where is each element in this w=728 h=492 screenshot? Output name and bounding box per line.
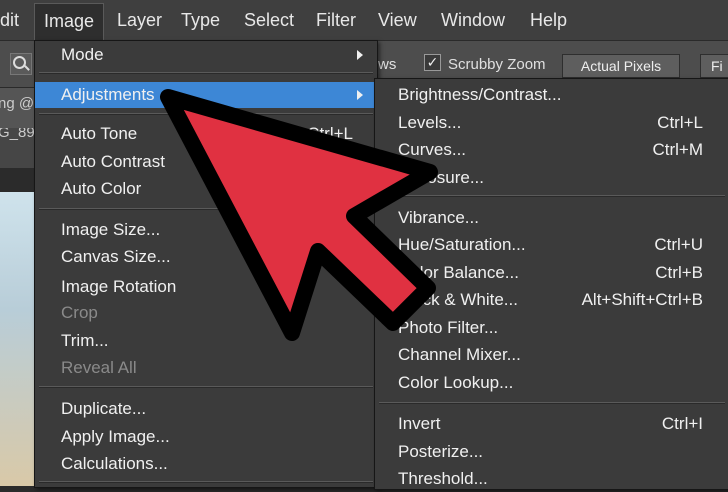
menu-item-apply-image[interactable]: Apply Image...	[35, 424, 377, 450]
menu-item-label: Calculations...	[61, 454, 168, 473]
menu-select[interactable]: Select	[244, 10, 294, 31]
menu-separator	[39, 386, 373, 388]
document-tab[interactable]: ng @	[0, 88, 34, 128]
submenu-item-label: Vibrance...	[398, 208, 479, 227]
menu-image[interactable]: Image	[34, 3, 105, 41]
menu-item-trim[interactable]: Trim...	[35, 328, 377, 354]
submenu-item-label: Color Lookup...	[398, 373, 514, 392]
menu-help[interactable]: Help	[530, 10, 567, 31]
submenu-item-label: Photo Filter...	[398, 318, 499, 337]
document-filename-label: G_89	[0, 128, 34, 141]
submenu-item-curves[interactable]: Curves... Ctrl+M	[375, 137, 728, 163]
menu-item-image-size[interactable]: Image Size...	[35, 217, 377, 243]
chevron-right-icon	[357, 90, 363, 100]
magnifier-icon[interactable]	[10, 53, 32, 75]
options-fragment: ws	[378, 56, 397, 73]
menu-item-duplicate[interactable]: Duplicate...	[35, 396, 377, 422]
submenu-item-shortcut: Ctrl+M	[652, 140, 703, 159]
menu-item-label: Crop	[61, 303, 98, 322]
menu-separator	[39, 72, 373, 74]
fit-screen-button[interactable]: Fi	[700, 54, 728, 78]
submenu-item-label: Curves...	[398, 140, 467, 159]
submenu-item-shortcut: Alt+Shift+Ctrl+B	[581, 290, 703, 309]
submenu-item-shortcut: Ctrl+I	[661, 414, 703, 433]
adjustments-submenu: Brightness/Contrast... Levels... Ctrl+L …	[374, 78, 728, 490]
menu-item-calculations[interactable]: Calculations...	[35, 451, 377, 477]
submenu-item-label: Channel Mixer...	[398, 345, 521, 364]
scrubby-zoom-label: Scrubby Zoom	[448, 56, 546, 73]
submenu-item-photo-filter[interactable]: Photo Filter...	[375, 315, 728, 341]
menu-filter[interactable]: Filter	[316, 10, 356, 31]
menu-separator	[39, 481, 373, 483]
menu-item-label: Reveal All	[61, 358, 137, 377]
submenu-item-exposure[interactable]: Exposure...	[375, 165, 728, 191]
submenu-item-label: Brightness/Contrast...	[398, 85, 562, 104]
menu-item-crop: Crop	[35, 300, 377, 326]
menu-item-reveal-all: Reveal All	[35, 355, 377, 381]
document-tab-label: ng @	[0, 95, 34, 112]
document-tab-filename: G_89	[0, 128, 34, 168]
menu-item-label: Duplicate...	[61, 399, 147, 418]
submenu-item-threshold[interactable]: Threshold...	[375, 466, 728, 492]
submenu-item-label: Threshold...	[398, 469, 488, 488]
submenu-item-label: Color Balance...	[398, 263, 519, 282]
menu-item-mode[interactable]: Mode	[35, 42, 377, 68]
submenu-item-invert[interactable]: Invert Ctrl+I	[375, 411, 728, 437]
menu-item-image-rotation[interactable]: Image Rotation	[35, 274, 377, 300]
submenu-item-channel-mixer[interactable]: Channel Mixer...	[375, 342, 728, 368]
menu-item-auto-color[interactable]: Auto Color	[35, 176, 377, 202]
submenu-item-shortcut: Ctrl+U	[654, 235, 703, 254]
menu-item-auto-contrast[interactable]: Auto Contrast	[35, 149, 377, 175]
menu-separator	[379, 402, 725, 404]
submenu-item-shortcut: Ctrl+B	[655, 263, 703, 282]
menu-item-label: Trim...	[61, 331, 109, 350]
submenu-item-label: Hue/Saturation...	[398, 235, 526, 254]
submenu-item-color-lookup[interactable]: Color Lookup...	[375, 370, 728, 396]
chevron-right-icon	[357, 50, 363, 60]
submenu-item-brightness-contrast[interactable]: Brightness/Contrast...	[375, 82, 728, 108]
menu-type[interactable]: Type	[181, 10, 220, 31]
menu-item-label: Image Size...	[61, 220, 161, 239]
menu-bar: dit Image Layer Type Select Filter View …	[0, 0, 728, 41]
submenu-item-label: Black & White...	[398, 290, 518, 309]
submenu-item-label: Posterize...	[398, 442, 484, 461]
menu-window[interactable]: Window	[441, 10, 505, 31]
menu-edit[interactable]: dit	[0, 10, 19, 31]
menu-item-adjustments[interactable]: Adjustments	[35, 82, 377, 108]
scrubby-zoom-checkbox[interactable]: ✓	[424, 54, 441, 71]
menu-view[interactable]: View	[378, 10, 417, 31]
menu-layer[interactable]: Layer	[117, 10, 162, 31]
menu-item-label: Canvas Size...	[61, 247, 171, 266]
submenu-item-label: Invert	[398, 414, 441, 433]
submenu-item-label: Levels...	[398, 113, 462, 132]
submenu-item-color-balance[interactable]: Color Balance... Ctrl+B	[375, 260, 728, 286]
menu-separator	[39, 208, 373, 210]
menu-separator	[39, 113, 373, 115]
menu-item-label: Auto Contrast	[61, 152, 165, 171]
submenu-item-hue-saturation[interactable]: Hue/Saturation... Ctrl+U	[375, 232, 728, 258]
menu-item-label: Image Rotation	[61, 277, 177, 296]
menu-item-canvas-size[interactable]: Canvas Size...	[35, 244, 377, 270]
submenu-item-black-white[interactable]: Black & White... Alt+Shift+Ctrl+B	[375, 287, 728, 313]
menu-item-label: Mode	[61, 45, 104, 64]
image-menu: Mode Adjustments Auto Tone Shift+Ctrl+L …	[34, 40, 378, 488]
menu-item-auto-tone[interactable]: Auto Tone Shift+Ctrl+L	[35, 121, 377, 147]
submenu-item-label: Exposure...	[398, 168, 484, 187]
canvas-image	[0, 192, 34, 486]
actual-pixels-button[interactable]: Actual Pixels	[562, 54, 680, 78]
menu-item-label: Auto Tone	[61, 124, 138, 143]
menu-item-label: Auto Color	[61, 179, 142, 198]
menu-item-label: Adjustments	[61, 85, 155, 104]
submenu-item-posterize[interactable]: Posterize...	[375, 439, 728, 465]
submenu-item-levels[interactable]: Levels... Ctrl+L	[375, 110, 728, 136]
menu-item-shortcut: Shift+Ctrl+L	[263, 124, 353, 143]
menu-separator	[379, 195, 725, 197]
submenu-item-shortcut: Ctrl+L	[657, 113, 703, 132]
menu-item-label: Apply Image...	[61, 427, 170, 446]
submenu-item-vibrance[interactable]: Vibrance...	[375, 205, 728, 231]
